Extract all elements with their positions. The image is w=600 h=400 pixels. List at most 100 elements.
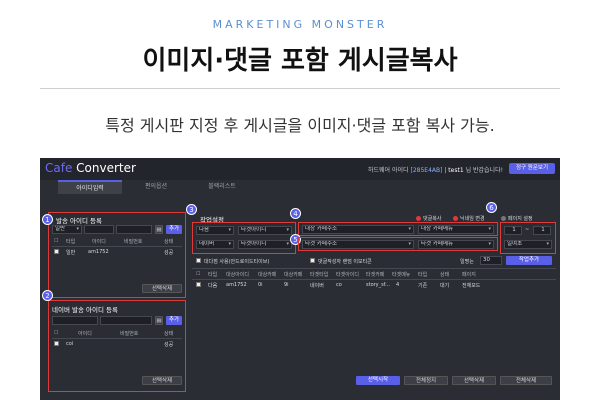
stop-all-button[interactable]: 전체정지 [404,376,448,385]
kicker: MARKETING MONSTER [212,18,388,31]
job-row-checkbox[interactable] [196,282,201,287]
divider [40,88,560,89]
add-naver-id-button[interactable]: 추가 [166,316,182,325]
panel2-title: 네이버 발송 아이디 등록 [52,306,118,314]
panel2-delete-button[interactable]: 선택삭제 [142,376,182,385]
page-from-input[interactable]: 1 [504,226,522,235]
row-status: 성공 [164,250,174,256]
password-input[interactable] [116,225,152,234]
col-id-2: 아이디 [78,331,92,337]
job-col-4: 타겟타입 [310,272,329,278]
page-subtitle: 특정 게시판 지정 후 게시글을 이미지·댓글 포함 복사 가능. [105,116,495,135]
page-to-input[interactable]: 1 [533,226,551,235]
col-password-2: 비밀번호 [120,331,139,337]
job-col-1: 대상아이디 [226,272,250,278]
id-type-select[interactable]: 일반 [52,225,82,234]
delete-selected-button[interactable]: 선택삭제 [452,376,496,385]
target-cafe-select[interactable]: 대상 카페주소 [302,225,414,234]
col-status: 상태 [164,239,174,245]
col-password: 비밀번호 [124,239,143,245]
delete-all-button[interactable]: 전체삭제 [500,376,552,385]
col-id: 아이디 [92,239,106,245]
job-col-6: 타겟카페 [366,272,385,278]
page-setting-radio[interactable] [501,216,506,221]
row-status-2: 성공 [164,342,174,348]
badge-4: 4 [290,208,301,219]
col-status-2: 상태 [164,331,174,337]
badge-2: 2 [42,290,53,301]
target-platform-select[interactable]: 다음 [196,226,234,235]
job-col-2: 대상카페 [258,272,277,278]
tab-options[interactable]: 편의옵션 [124,180,188,194]
row-id-2: coi [66,341,74,347]
folder-icon[interactable]: ▤ [155,225,163,234]
page-separator: ~ [525,227,530,233]
job-col-check: ☐ [196,271,201,277]
app-logo: Cafe Converter [45,161,136,175]
job-cell-5: co [336,282,342,288]
job-col-5: 타겟아이디 [336,272,360,278]
source-menu-select[interactable]: 타겟 카페메뉴 [418,240,494,249]
option-checkbox-1[interactable] [196,258,201,263]
badge-1: 1 [42,214,53,225]
page-setting-label: 페이지 설정 [508,216,533,222]
job-cell-10: 전체모드 [462,283,481,289]
job-cell-6: story_sf... [366,282,390,288]
table-header-line [192,279,556,280]
add-id-button[interactable]: 추가 [166,225,182,234]
option-label-1: 대다점 사용(안드로이드티이브) [204,259,270,265]
job-cell-0: 다음 [208,283,218,289]
row-divider-2 [52,338,182,339]
source-platform-select[interactable]: 네이버 [196,240,234,249]
option-checkbox-2[interactable] [310,258,315,263]
page-title: 이미지·댓글 포함 게시글복사 [142,46,458,76]
row-divider [52,246,182,247]
id-input[interactable] [84,225,114,234]
job-cell-2: 0i [258,282,263,288]
tab-id-input[interactable]: 아이디입력 [58,180,122,194]
option-label-2: 댓글작성자 랜덤 이모티콘 [318,259,372,265]
app-window: Cafe Converter 하드웨어 아이디 [285E4AB] | test… [40,158,560,400]
add-job-button[interactable]: 작업추가 [506,256,552,265]
comment-copy-label: 댓글복사 [423,216,442,222]
user-greeting: 하드웨어 아이디 [285E4AB] | test1 님 반갑습니다! [368,167,503,174]
badge-6: 6 [486,202,497,213]
job-cell-9: 대기 [440,283,450,289]
job-col-3: 대상카페 [284,272,303,278]
comment-copy-radio[interactable] [416,216,421,221]
badge-3: 3 [186,204,197,215]
nickname-radio[interactable] [453,216,458,221]
job-cell-4: 네이버 [310,283,324,289]
row-checkbox-2[interactable] [54,341,59,346]
naver-id-input[interactable] [52,316,98,325]
interval-label: 일명는 [460,259,474,265]
col-check: ☐ [54,238,59,244]
job-col-8: 타입 [418,272,428,278]
target-menu-select[interactable]: 대상 카페메뉴 [418,225,494,234]
job-cell-3: 9i [284,282,289,288]
job-col-7: 타겟메뉴 [392,272,411,278]
job-col-10: 페이지 [462,272,476,278]
interval-input[interactable]: 30 [480,256,502,265]
job-cell-8: 기존 [418,283,428,289]
job-col-9: 상태 [440,272,450,278]
job-col-0: 타입 [208,272,218,278]
naver-password-input[interactable] [100,316,152,325]
row-type: 일반 [66,250,76,256]
row-id: am1752 [88,249,109,255]
source-cafe-select[interactable]: 타겟 카페주소 [302,240,414,249]
tab-blacklist[interactable]: 블랙리스트 [190,180,254,194]
job-cell-1: am1752 [226,282,247,288]
row-checkbox[interactable] [54,249,59,254]
folder-icon-2[interactable]: ▤ [155,316,163,325]
target-id-select[interactable]: 타겟아이디 [238,226,292,235]
panel1-delete-button[interactable]: 선택삭제 [142,284,182,293]
col-check-2: ☐ [54,330,59,336]
order-select[interactable]: 일여초 [504,240,552,249]
col-type: 타입 [66,239,76,245]
nickname-label: 닉네임 변경 [460,216,485,222]
source-id-select[interactable]: 타겟아이디 [238,240,292,249]
panel1-title: 발송 아이디 등록 [56,217,102,225]
start-selected-button[interactable]: 선택시작 [356,376,400,385]
top-button[interactable]: 정구 원문보기 [509,163,555,174]
